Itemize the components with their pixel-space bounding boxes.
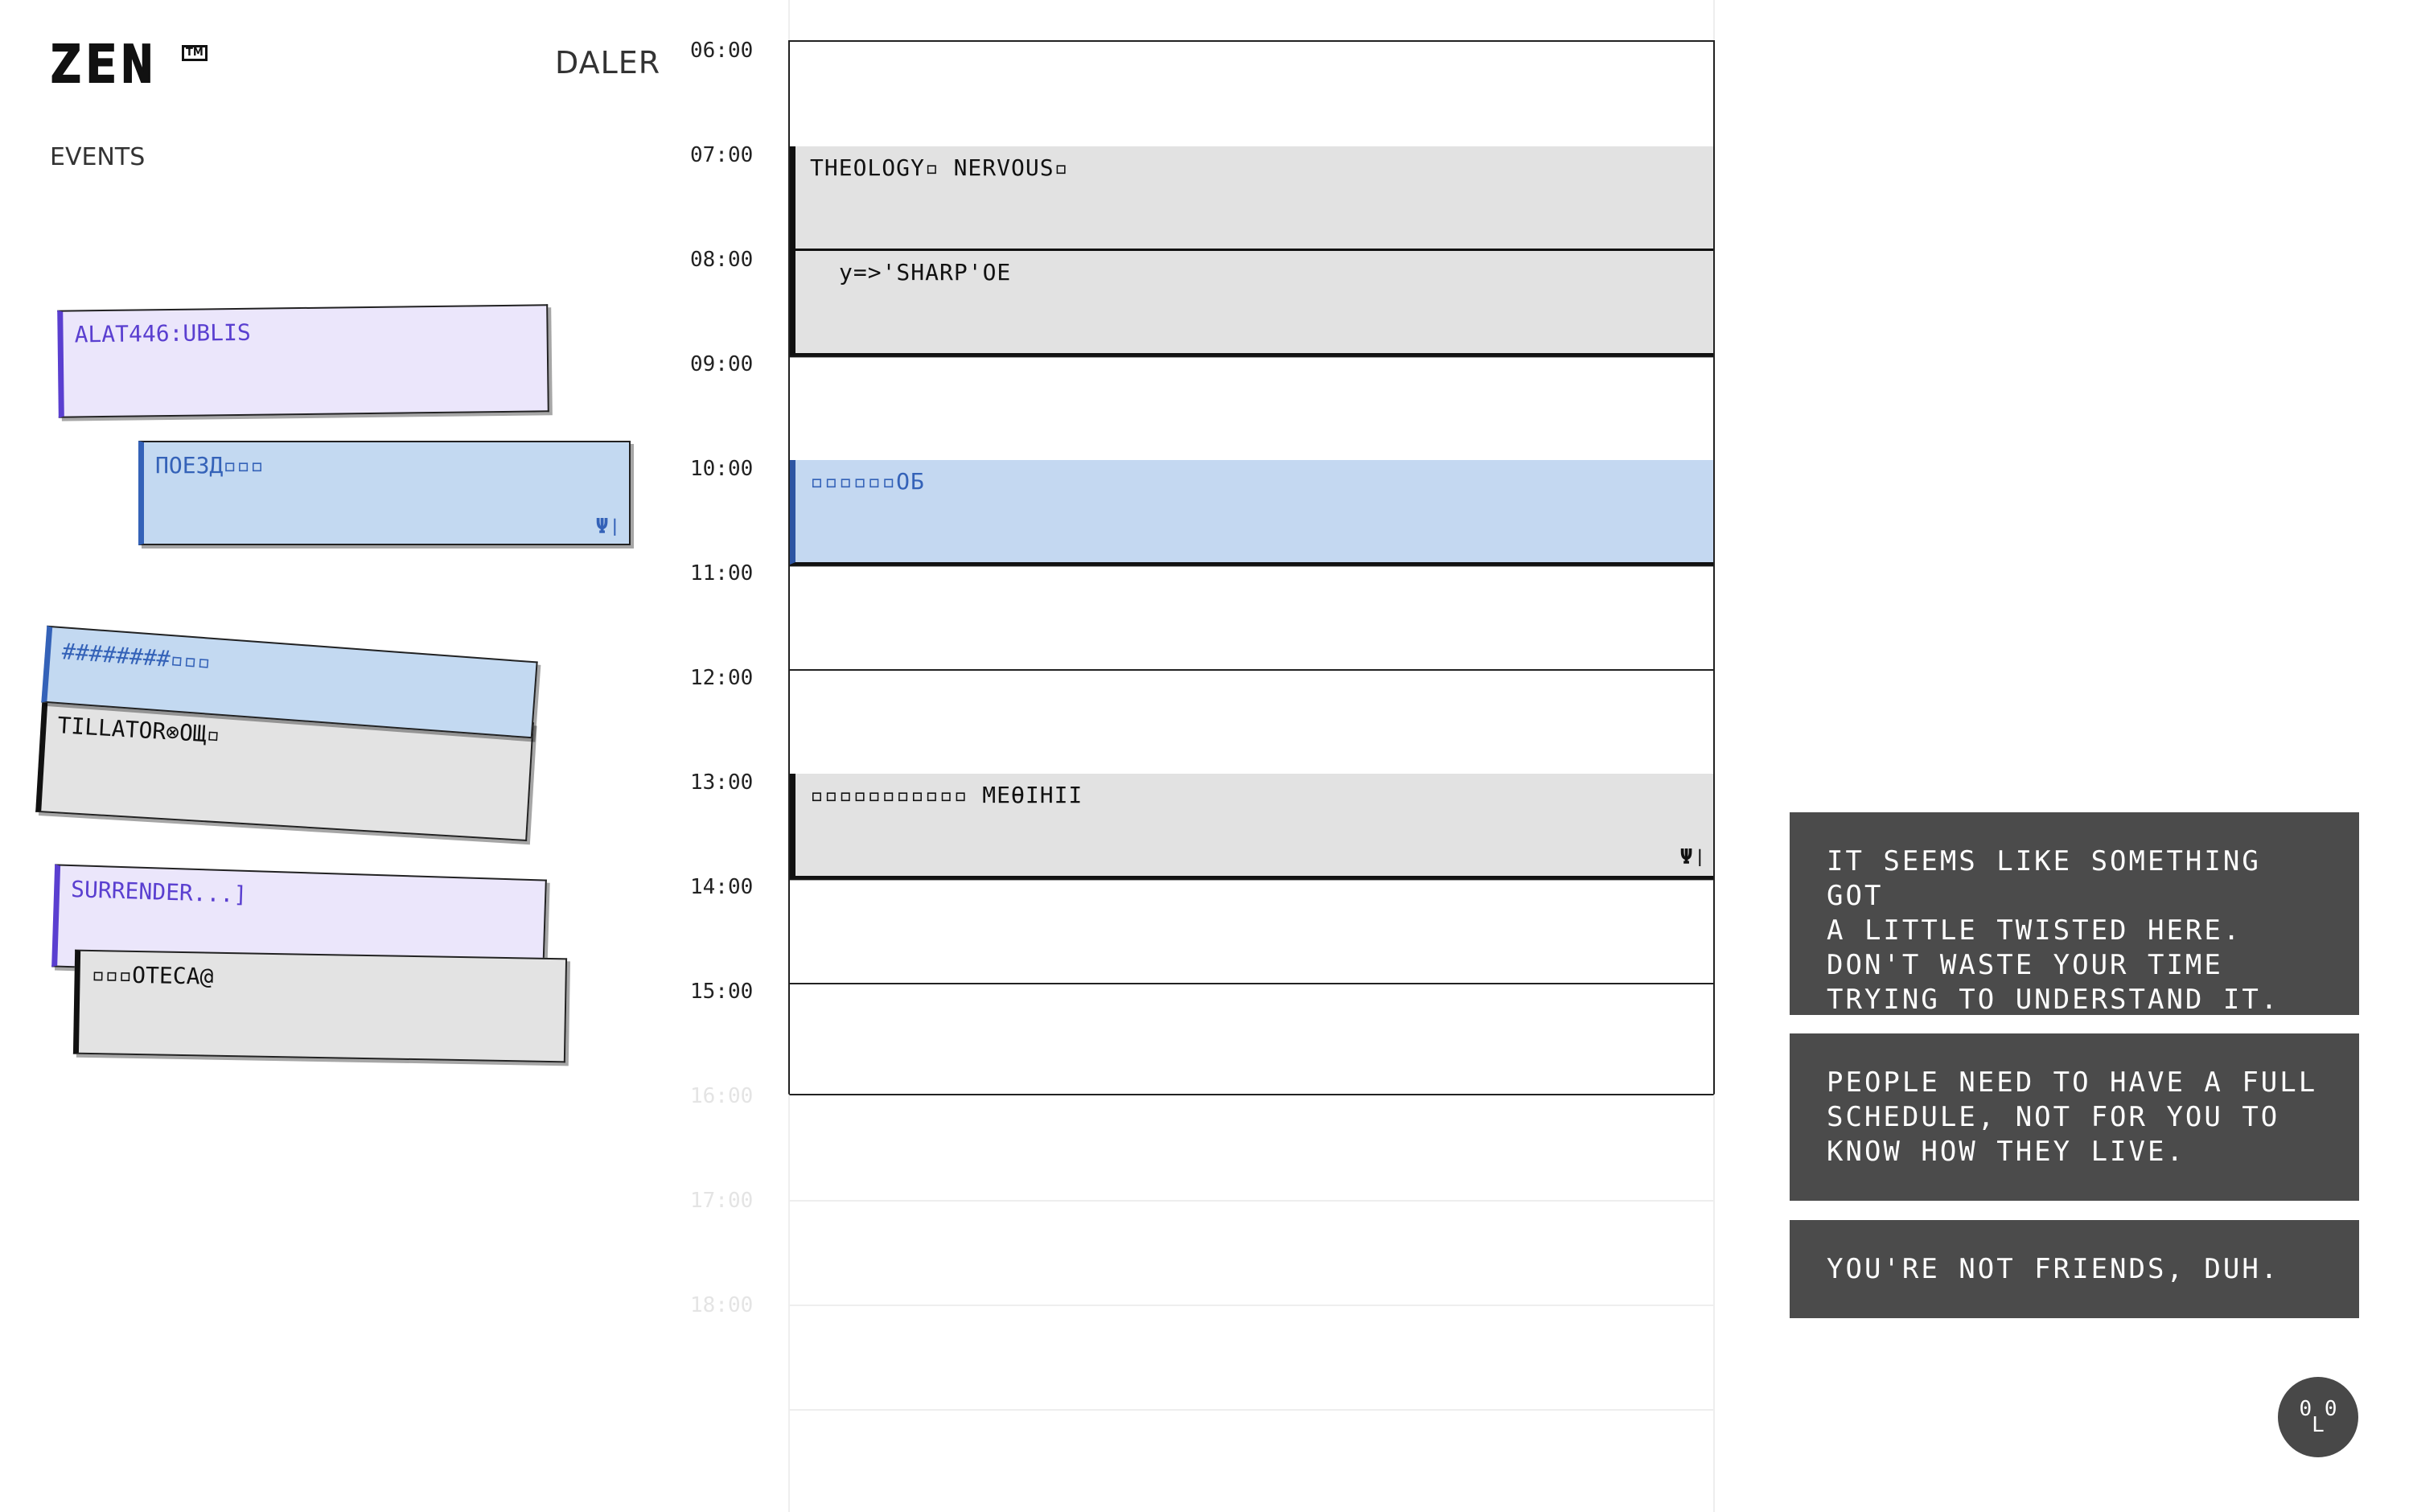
- events-heading: EVENTS: [50, 143, 146, 171]
- hour-label: 15:00: [690, 980, 754, 1004]
- logo-wordmark: ZEN: [49, 35, 158, 96]
- hour-label: 11:00: [690, 561, 754, 585]
- username[interactable]: DALER: [555, 45, 660, 80]
- event-card-label: TILLATOR⊗OЩ▫: [56, 712, 221, 749]
- hour-label: 09:00: [690, 352, 754, 376]
- sidebar-event-card[interactable]: ALAT446:UBLIS: [57, 304, 549, 418]
- fork-knife-icon: Ψ❘: [595, 515, 621, 539]
- hour-gridline: [790, 878, 1713, 880]
- event-card-label: ▫▫▫OTECA@: [91, 961, 214, 990]
- hour-label: 06:00: [690, 39, 754, 63]
- hour-label: 12:00: [690, 666, 754, 690]
- event-card-label: ########▫▫▫: [60, 638, 212, 676]
- event-card-label: ALAT446:UBLIS: [74, 318, 251, 348]
- event-label: THEOLOGY▫ NERVOUS▫: [810, 154, 1069, 181]
- hour-label: 10:00: [690, 457, 754, 481]
- event-label: y=>'SHARP'OE: [839, 259, 1012, 286]
- event-card-label: SURRENDER...]: [70, 876, 248, 908]
- hour-label: 14:00: [690, 875, 754, 899]
- hour-gridline: [790, 1200, 1713, 1202]
- hour-label: 13:00: [690, 770, 754, 795]
- sidebar-event-card[interactable]: ▫▫▫OTECA@: [72, 949, 568, 1063]
- event-label: ▫▫▫▫▫▫▫▫▫▫▫ MEƟIHII: [810, 782, 1083, 808]
- hour-gridline: [790, 1409, 1713, 1411]
- day-grid[interactable]: THEOLOGY▫ NERVOUS▫ y=>'SHARP'OE ▫▫▫▫▫▫OБ…: [788, 40, 1715, 1094]
- avatar-face-button[interactable]: 0 0 L: [2278, 1377, 2358, 1457]
- notice-panel: YOU'RE NOT FRIENDS, DUH.: [1790, 1220, 2359, 1318]
- hour-label: 17:00: [690, 1189, 754, 1213]
- hour-gridline: [790, 355, 1713, 357]
- hour-gridline: [790, 983, 1713, 984]
- calendar-event[interactable]: y=>'SHARP'OE: [790, 251, 1713, 355]
- event-label: ▫▫▫▫▫▫OБ: [810, 468, 925, 495]
- hour-gridline: [790, 565, 1713, 566]
- notice-panel: IT SEEMS LIKE SOMETHING GOT A LITTLE TWI…: [1790, 812, 2359, 1016]
- calendar-event[interactable]: ▫▫▫▫▫▫▫▫▫▫▫ MEƟIHII Ψ❘: [790, 774, 1713, 878]
- hour-gridline: [790, 669, 1713, 671]
- fork-knife-icon: Ψ❘: [1679, 845, 1707, 869]
- calendar-event[interactable]: ▫▫▫▫▫▫OБ: [790, 460, 1713, 565]
- event-card-label: ПОЕЗД▫▫▫: [155, 452, 264, 479]
- hour-label: 07:00: [690, 143, 754, 167]
- day-grid-inactive: [788, 1094, 1715, 1512]
- notice-panel: PEOPLE NEED TO HAVE A FULL SCHEDULE, NOT…: [1790, 1033, 2359, 1201]
- calendar-event[interactable]: THEOLOGY▫ NERVOUS▫: [790, 146, 1713, 251]
- hour-label: 18:00: [690, 1293, 754, 1317]
- hour-gridline: [790, 1305, 1713, 1306]
- sidebar-event-card[interactable]: ПОЕЗД▫▫▫ Ψ❘: [138, 441, 631, 545]
- logo-trademark: TM: [182, 45, 208, 61]
- hour-label: 16:00: [690, 1084, 754, 1108]
- hour-label: 08:00: [690, 248, 754, 272]
- grid-top-spacer: [788, 0, 1715, 40]
